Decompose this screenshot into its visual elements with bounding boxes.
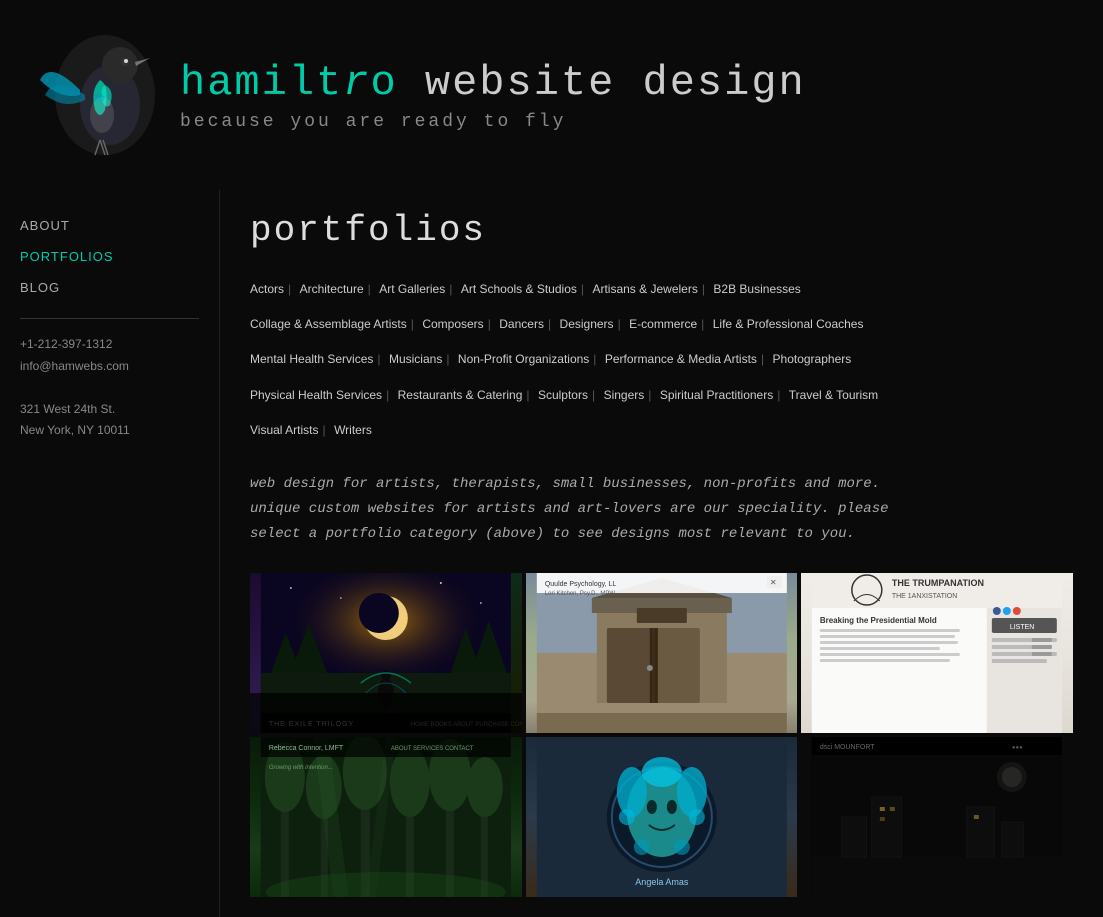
sidebar-nav: ABOUT PORTFOLIOS BLOG bbox=[20, 210, 199, 303]
svg-text:THE TRUMPANATION: THE TRUMPANATION bbox=[892, 578, 984, 588]
svg-text:Breaking the Presidential Mold: Breaking the Presidential Mold bbox=[820, 616, 937, 625]
svg-text:Lori Kitchen, Psy.D., MPW: Lori Kitchen, Psy.D., MPW bbox=[544, 591, 615, 597]
nav-artisans[interactable]: Artisans & Jewelers bbox=[592, 282, 697, 296]
sidebar-item-about[interactable]: ABOUT bbox=[20, 210, 199, 241]
portfolio-item-5[interactable]: Angela Amas bbox=[526, 737, 798, 897]
description: web design for artists, therapists, smal… bbox=[250, 472, 1073, 548]
brand-name-suffix: website design bbox=[398, 59, 806, 107]
sidebar-address2: New York, NY 10011 bbox=[20, 420, 199, 442]
svg-text:Rebecca Connor, LMFT: Rebecca Connor, LMFT bbox=[269, 745, 344, 752]
svg-text:THE 1ANXISTATION: THE 1ANXISTATION bbox=[892, 593, 957, 600]
layout: ABOUT PORTFOLIOS BLOG +1-212-397-1312 in… bbox=[0, 190, 1103, 917]
svg-text:ABOUT SERVICES CONTACT: ABOUT SERVICES CONTACT bbox=[391, 746, 474, 752]
portfolio-item-4[interactable]: Rebecca Connor, LMFT ABOUT SERVICES CONT… bbox=[250, 737, 522, 897]
main-content: portfolios Actors| Architecture| Art Gal… bbox=[220, 190, 1103, 917]
svg-text:●●●: ●●● bbox=[1012, 745, 1023, 751]
desc-line3: select a portfolio category (above) to s… bbox=[250, 522, 1073, 547]
nav-photographers[interactable]: Photographers bbox=[773, 352, 852, 366]
portfolio-item-2[interactable]: Quulde Psychology, LL Lori Kitchen, Psy.… bbox=[526, 573, 798, 733]
brand-name-accent: hamilt bbox=[180, 59, 343, 107]
nav-art-schools[interactable]: Art Schools & Studios bbox=[461, 282, 577, 296]
nav-nonprofits[interactable]: Non-Profit Organizations bbox=[458, 352, 589, 366]
nav-life-coaches[interactable]: Life & Professional Coaches bbox=[713, 317, 864, 331]
svg-text:✕: ✕ bbox=[769, 578, 776, 587]
nav-actors[interactable]: Actors bbox=[250, 282, 284, 296]
brand-name-r: r bbox=[343, 59, 370, 107]
sidebar-item-portfolios[interactable]: PORTFOLIOS bbox=[20, 241, 199, 272]
nav-performance[interactable]: Performance & Media Artists bbox=[605, 352, 757, 366]
portfolio-item-3[interactable]: THE TRUMPANATION THE 1ANXISTATION Breaki… bbox=[801, 573, 1073, 733]
svg-text:HOME BOOKS ABOUT PURCHASE: HOME BOOKS ABOUT PURCHASE CONTACT bbox=[411, 722, 522, 728]
svg-text:dsci MOUNFORT: dsci MOUNFORT bbox=[820, 744, 875, 751]
brand-text: hamiltro website design because you are … bbox=[180, 59, 806, 132]
brand-name: hamiltro website design bbox=[180, 59, 806, 107]
sidebar-item-blog[interactable]: BLOG bbox=[20, 272, 199, 303]
desc-line2: unique custom websites for artists and a… bbox=[250, 497, 1073, 522]
brand-tagline: because you are ready to fly bbox=[180, 112, 806, 132]
svg-text:LISTEN: LISTEN bbox=[1010, 624, 1035, 631]
sidebar-contact: +1-212-397-1312 info@hamwebs.com 321 Wes… bbox=[20, 334, 199, 442]
nav-writers[interactable]: Writers bbox=[334, 423, 372, 437]
sidebar-divider bbox=[20, 318, 199, 319]
nav-architecture[interactable]: Architecture bbox=[300, 282, 364, 296]
nav-sculptors[interactable]: Sculptors bbox=[538, 388, 588, 402]
sidebar-phone: +1-212-397-1312 bbox=[20, 334, 199, 356]
nav-spiritual[interactable]: Spiritual Practitioners bbox=[660, 388, 773, 402]
portfolio-nav: Actors| Architecture| Art Galleries| Art… bbox=[250, 271, 1073, 447]
nav-physical-health[interactable]: Physical Health Services bbox=[250, 388, 382, 402]
portfolio-item-6[interactable]: dsci MOUNFORT ●●● bbox=[801, 737, 1073, 897]
brand-name-o: o bbox=[370, 59, 397, 107]
svg-text:Angela Amas: Angela Amas bbox=[635, 877, 689, 887]
logo-image bbox=[30, 20, 160, 170]
nav-mental-health[interactable]: Mental Health Services bbox=[250, 352, 373, 366]
nav-travel[interactable]: Travel & Tourism bbox=[789, 388, 878, 402]
svg-text:Growing with intention...: Growing with intention... bbox=[269, 765, 333, 771]
nav-art-galleries[interactable]: Art Galleries bbox=[379, 282, 445, 296]
nav-dancers[interactable]: Dancers bbox=[499, 317, 544, 331]
nav-musicians[interactable]: Musicians bbox=[389, 352, 442, 366]
nav-ecommerce[interactable]: E-commerce bbox=[629, 317, 697, 331]
header: hamiltro website design because you are … bbox=[0, 0, 1103, 190]
nav-singers[interactable]: Singers bbox=[604, 388, 645, 402]
nav-visual-artists[interactable]: Visual Artists bbox=[250, 423, 318, 437]
sidebar-address1: 321 West 24th St. bbox=[20, 399, 199, 421]
nav-designers[interactable]: Designers bbox=[560, 317, 614, 331]
nav-composers[interactable]: Composers bbox=[422, 317, 483, 331]
svg-text:Quulde Psychology, LL: Quulde Psychology, LL bbox=[544, 581, 616, 588]
nav-b2b[interactable]: B2B Businesses bbox=[713, 282, 800, 296]
portfolio-item-1[interactable]: THE EXILE TRILOGY HOME BOOKS ABOUT PURCH… bbox=[250, 573, 522, 733]
desc-line1: web design for artists, therapists, smal… bbox=[250, 472, 1073, 497]
nav-restaurants[interactable]: Restaurants & Catering bbox=[398, 388, 523, 402]
nav-collage[interactable]: Collage & Assemblage Artists bbox=[250, 317, 407, 331]
svg-text:THE EXILE TRILOGY: THE EXILE TRILOGY bbox=[269, 721, 354, 728]
sidebar: ABOUT PORTFOLIOS BLOG +1-212-397-1312 in… bbox=[0, 190, 220, 917]
page-title: portfolios bbox=[250, 210, 1073, 251]
sidebar-email: info@hamwebs.com bbox=[20, 356, 199, 378]
